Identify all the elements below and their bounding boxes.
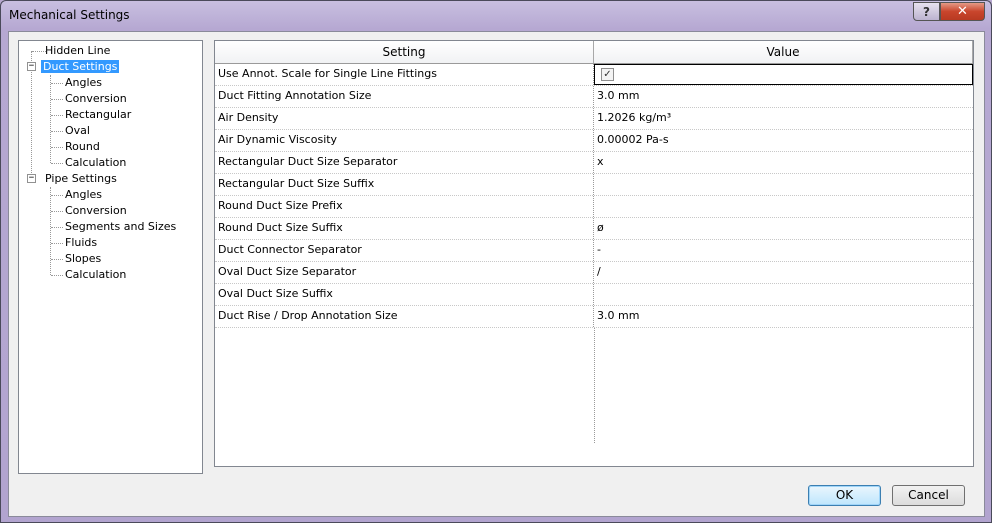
tree-item-label: Conversion [65, 92, 127, 105]
table-row[interactable]: Air Density 1.2026 kg/m³ [215, 108, 973, 130]
tree-connector [50, 75, 51, 163]
setting-value-cell[interactable]: 3.0 mm [594, 86, 973, 107]
tree-item-label: Rectangular [65, 108, 132, 121]
tree-item-pipe-angles[interactable]: Angles [63, 187, 104, 202]
table-row[interactable]: Duct Fitting Annotation Size 3.0 mm [215, 86, 973, 108]
tree-item-label: Oval [65, 124, 90, 137]
tree-item-label: Segments and Sizes [65, 220, 177, 233]
setting-name-cell: Duct Fitting Annotation Size [215, 86, 594, 107]
pipe-settings-expander[interactable]: − [27, 174, 36, 183]
ok-button[interactable]: OK [808, 485, 881, 506]
column-header-value[interactable]: Value [594, 41, 973, 63]
tree-item-segments-and-sizes[interactable]: Segments and Sizes [63, 219, 178, 234]
table-row[interactable]: Round Duct Size Prefix [215, 196, 973, 218]
grid-body: Use Annot. Scale for Single Line Fitting… [215, 64, 973, 328]
setting-value-cell[interactable] [594, 284, 973, 305]
setting-name-cell: Oval Duct Size Separator [215, 262, 594, 283]
table-row[interactable]: Oval Duct Size Separator / [215, 262, 973, 284]
tree-item-pipe-settings[interactable]: Pipe Settings [43, 171, 119, 186]
tree-item-pipe-calculation[interactable]: Calculation [63, 267, 128, 282]
table-row[interactable]: Duct Connector Separator - [215, 240, 973, 262]
tree-item-oval[interactable]: Oval [63, 123, 92, 138]
setting-name-cell: Rectangular Duct Size Separator [215, 152, 594, 173]
tree-item-label: Conversion [65, 204, 127, 217]
tree-item-hidden-line[interactable]: Hidden Line [43, 43, 112, 58]
dialog-client-area: − − Hidden Line Duct Settings Angles Con… [8, 31, 985, 517]
column-header-setting[interactable]: Setting [215, 41, 594, 63]
tree-item-label: Duct Settings [41, 60, 120, 73]
tree-item-round[interactable]: Round [63, 139, 102, 154]
tree-item-duct-calculation[interactable]: Calculation [63, 155, 128, 170]
tree-connector [51, 275, 63, 276]
tree-item-label: Calculation [65, 268, 127, 281]
tree-connector [51, 115, 63, 116]
tree-item-label: Angles [65, 76, 103, 89]
setting-name-cell: Round Duct Size Prefix [215, 196, 594, 217]
mechanical-settings-dialog: Mechanical Settings ? ✕ − − Hidden Line … [0, 0, 992, 523]
tree-item-rectangular[interactable]: Rectangular [63, 107, 133, 122]
table-row[interactable]: Duct Rise / Drop Annotation Size 3.0 mm [215, 306, 973, 328]
window-title: Mechanical Settings [9, 8, 130, 22]
tree-item-duct-angles[interactable]: Angles [63, 75, 104, 90]
setting-value-cell[interactable]: ø [594, 218, 973, 239]
setting-name-cell: Air Dynamic Viscosity [215, 130, 594, 151]
table-row[interactable]: Oval Duct Size Suffix [215, 284, 973, 306]
tree-item-label: Slopes [65, 252, 102, 265]
tree-connector [51, 163, 63, 164]
annot-scale-checkbox[interactable]: ✓ [601, 67, 614, 81]
setting-name-cell: Round Duct Size Suffix [215, 218, 594, 239]
setting-value-cell[interactable]: - [594, 240, 973, 261]
tree-connector [51, 243, 63, 244]
setting-name-cell: Use Annot. Scale for Single Line Fitting… [215, 64, 594, 85]
setting-value-cell[interactable]: 0.00002 Pa-s [594, 130, 973, 151]
tree-item-fluids[interactable]: Fluids [63, 235, 99, 250]
caption-buttons: ? ✕ [913, 2, 985, 21]
tree-connector [51, 147, 63, 148]
setting-name-cell: Duct Rise / Drop Annotation Size [215, 306, 594, 327]
tree-connector [51, 195, 63, 196]
tree-item-label: Fluids [65, 236, 98, 249]
grid-header: Setting Value [215, 41, 973, 64]
tree-item-duct-conversion[interactable]: Conversion [63, 91, 129, 106]
setting-name-cell: Rectangular Duct Size Suffix [215, 174, 594, 195]
tree-item-label: Pipe Settings [45, 172, 117, 185]
setting-value-cell[interactable]: x [594, 152, 973, 173]
setting-value-cell[interactable]: 3.0 mm [594, 306, 973, 327]
tree-item-label: Hidden Line [45, 44, 111, 57]
tree-connector [51, 211, 63, 212]
tree-connector [51, 131, 63, 132]
tree-connector [51, 227, 63, 228]
setting-value-cell[interactable] [594, 174, 973, 195]
setting-name-cell: Air Density [215, 108, 594, 129]
tree-item-label: Angles [65, 188, 103, 201]
table-row[interactable]: Rectangular Duct Size Separator x [215, 152, 973, 174]
tree-item-pipe-conversion[interactable]: Conversion [63, 203, 129, 218]
tree-item-label: Calculation [65, 156, 127, 169]
duct-settings-expander[interactable]: − [27, 62, 36, 71]
setting-value-cell[interactable]: 1.2026 kg/m³ [594, 108, 973, 129]
setting-name-cell: Duct Connector Separator [215, 240, 594, 261]
tree-item-label: Round [65, 140, 100, 153]
tree-connector [51, 99, 63, 100]
tree-connector [51, 83, 63, 84]
table-row[interactable]: Use Annot. Scale for Single Line Fitting… [215, 64, 973, 86]
close-button[interactable]: ✕ [940, 2, 985, 21]
column-divider [594, 328, 595, 443]
settings-tree[interactable]: − − Hidden Line Duct Settings Angles Con… [18, 40, 203, 474]
tree-item-slopes[interactable]: Slopes [63, 251, 103, 266]
table-row[interactable]: Round Duct Size Suffix ø [215, 218, 973, 240]
setting-value-cell[interactable] [594, 196, 973, 217]
table-row[interactable]: Air Dynamic Viscosity 0.00002 Pa-s [215, 130, 973, 152]
tree-connector [50, 187, 51, 275]
setting-value-cell[interactable]: / [594, 262, 973, 283]
cancel-button[interactable]: Cancel [892, 485, 965, 506]
setting-name-cell: Oval Duct Size Suffix [215, 284, 594, 305]
settings-grid: Setting Value Use Annot. Scale for Singl… [214, 40, 974, 467]
tree-item-duct-settings[interactable]: Duct Settings [41, 59, 120, 74]
setting-value-cell[interactable]: ✓ [594, 64, 973, 85]
help-button[interactable]: ? [913, 2, 940, 21]
tree-connector [51, 259, 63, 260]
table-row[interactable]: Rectangular Duct Size Suffix [215, 174, 973, 196]
